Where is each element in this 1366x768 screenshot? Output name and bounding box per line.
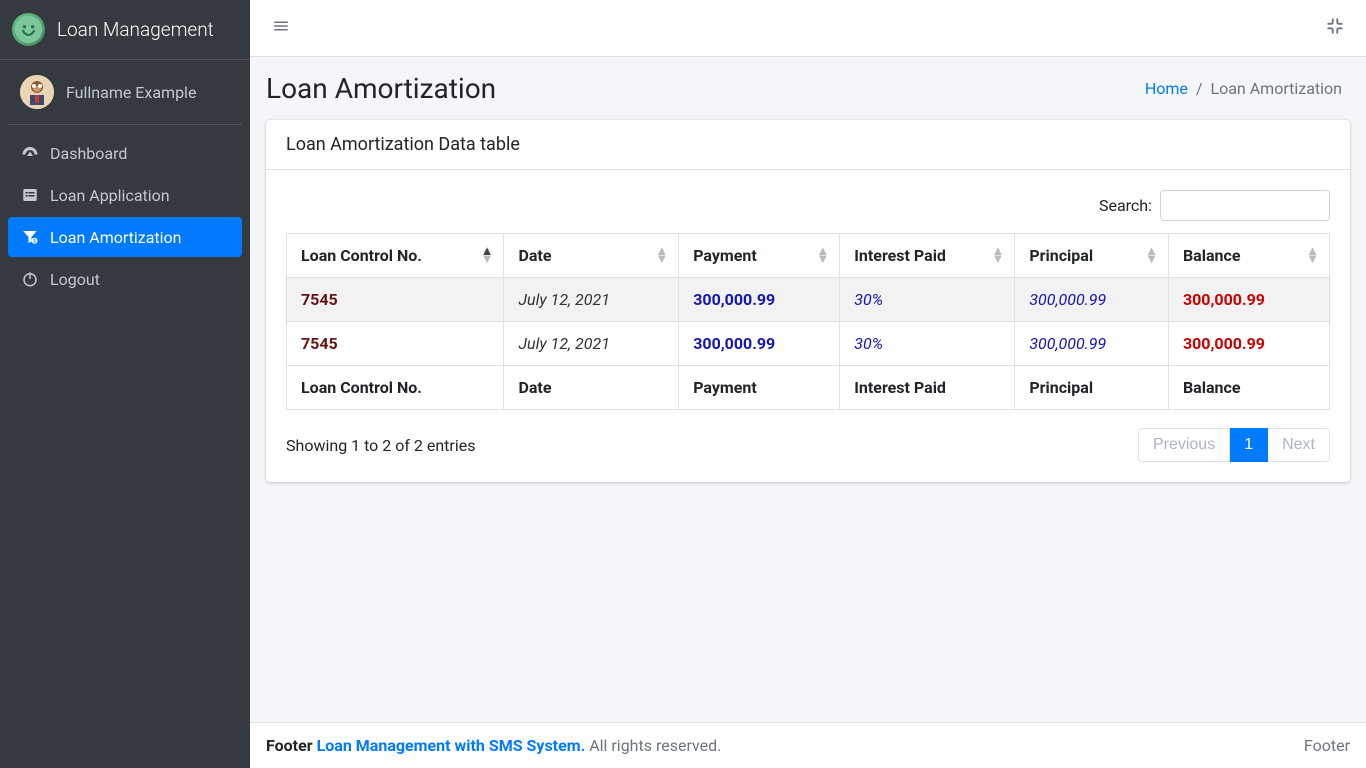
cell-date: July 12, 2021	[504, 322, 679, 366]
menu-toggle-icon[interactable]	[266, 11, 296, 45]
search-input[interactable]	[1160, 190, 1330, 221]
tachometer-icon	[20, 143, 40, 163]
sidebar-nav: Dashboard Loan Application $ Loan Amorti…	[0, 125, 250, 309]
foot-interest: Interest Paid	[840, 366, 1015, 410]
datatable-footer: Showing 1 to 2 of 2 entries Previous 1 N…	[286, 428, 1330, 462]
col-balance[interactable]: Balance ▲▼	[1168, 234, 1329, 278]
footer-link[interactable]: Loan Management with SMS System.	[317, 736, 586, 755]
cell-payment: 300,000.99	[679, 278, 840, 322]
foot-principal: Principal	[1015, 366, 1169, 410]
power-icon	[20, 269, 40, 289]
cell-interest: 30%	[840, 278, 1015, 322]
card-amortization: Loan Amortization Data table Search: Loa…	[266, 120, 1350, 482]
col-payment[interactable]: Payment ▲▼	[679, 234, 840, 278]
foot-control: Loan Control No.	[287, 366, 504, 410]
sort-icon: ▲▼	[481, 248, 494, 264]
list-icon	[20, 185, 40, 205]
foot-payment: Payment	[679, 366, 840, 410]
amortization-table: Loan Control No. ▲▼ Date ▲▼ Payment ▲▼	[286, 233, 1330, 410]
cell-balance: 300,000.99	[1168, 322, 1329, 366]
page-next[interactable]: Next	[1268, 428, 1330, 462]
content: Loan Amortization Home / Loan Amortizati…	[250, 57, 1366, 722]
card-title: Loan Amortization Data table	[266, 120, 1350, 170]
sort-icon: ▲▼	[1306, 248, 1319, 264]
search-label: Search:	[1099, 196, 1152, 215]
topbar	[250, 0, 1366, 57]
sidebar-item-label: Logout	[50, 270, 100, 289]
cell-payment: 300,000.99	[679, 322, 840, 366]
pagination: Previous 1 Next	[1138, 428, 1330, 462]
avatar	[20, 75, 54, 109]
page-previous[interactable]: Previous	[1138, 428, 1230, 462]
sidebar: Loan Management Fullname Example Dashboa…	[0, 0, 250, 768]
fullscreen-exit-icon[interactable]	[1320, 11, 1350, 45]
user-panel[interactable]: Fullname Example	[8, 60, 242, 125]
footer-suffix: All rights reserved.	[585, 736, 721, 755]
page-1[interactable]: 1	[1230, 428, 1268, 462]
breadcrumb-separator: /	[1196, 79, 1203, 98]
cell-principal: 300,000.99	[1015, 322, 1169, 366]
datatable-search: Search:	[286, 190, 1330, 221]
sort-icon: ▲▼	[655, 248, 668, 264]
cell-control: 7545	[287, 322, 504, 366]
footer-left: Footer Loan Management with SMS System. …	[266, 736, 721, 755]
brand[interactable]: Loan Management	[0, 0, 250, 60]
breadcrumb-home[interactable]: Home	[1145, 79, 1188, 98]
col-date[interactable]: Date ▲▼	[504, 234, 679, 278]
sort-icon: ▲▼	[1145, 248, 1158, 264]
sidebar-item-logout[interactable]: Logout	[8, 259, 242, 299]
sort-icon: ▲▼	[816, 248, 829, 264]
sidebar-item-loan-application[interactable]: Loan Application	[8, 175, 242, 215]
page-title: Loan Amortization	[266, 72, 496, 105]
datatable-info: Showing 1 to 2 of 2 entries	[286, 436, 475, 455]
cell-balance: 300,000.99	[1168, 278, 1329, 322]
footer: Footer Loan Management with SMS System. …	[250, 722, 1366, 768]
col-interest[interactable]: Interest Paid ▲▼	[840, 234, 1015, 278]
sidebar-item-label: Loan Amortization	[50, 228, 182, 247]
sidebar-item-loan-amortization[interactable]: $ Loan Amortization	[8, 217, 242, 257]
sidebar-item-label: Dashboard	[50, 144, 127, 163]
breadcrumb: Home / Loan Amortization	[1145, 79, 1342, 98]
sort-icon: ▲▼	[991, 248, 1004, 264]
table-row: 7545 July 12, 2021 300,000.99 30% 300,00…	[287, 278, 1330, 322]
user-fullname: Fullname Example	[66, 83, 196, 102]
cell-interest: 30%	[840, 322, 1015, 366]
sidebar-item-dashboard[interactable]: Dashboard	[8, 133, 242, 173]
footer-right: Footer	[1304, 736, 1350, 755]
cell-principal: 300,000.99	[1015, 278, 1169, 322]
cell-date: July 12, 2021	[504, 278, 679, 322]
content-header: Loan Amortization Home / Loan Amortizati…	[250, 57, 1366, 120]
brand-logo-icon	[12, 13, 45, 46]
brand-name: Loan Management	[57, 18, 214, 41]
table-row: 7545 July 12, 2021 300,000.99 30% 300,00…	[287, 322, 1330, 366]
breadcrumb-current: Loan Amortization	[1210, 79, 1342, 98]
col-principal[interactable]: Principal ▲▼	[1015, 234, 1169, 278]
foot-balance: Balance	[1168, 366, 1329, 410]
sidebar-item-label: Loan Application	[50, 186, 170, 205]
cell-control: 7545	[287, 278, 504, 322]
filter-dollar-icon: $	[20, 227, 40, 247]
footer-prefix: Footer	[266, 736, 317, 755]
col-loan-control[interactable]: Loan Control No. ▲▼	[287, 234, 504, 278]
foot-date: Date	[504, 366, 679, 410]
